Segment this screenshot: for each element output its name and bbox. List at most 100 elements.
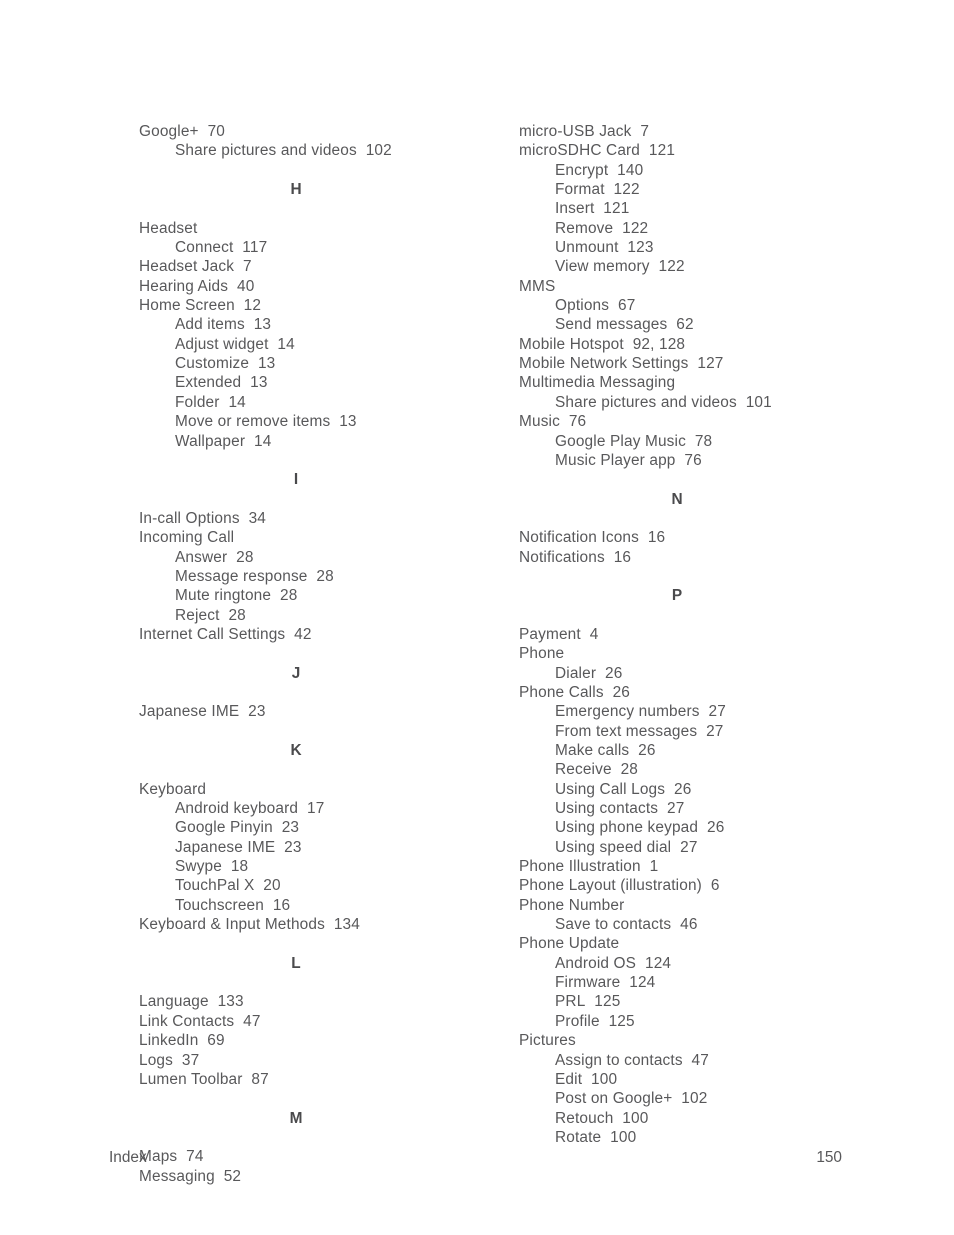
index-spacer xyxy=(519,567,887,586)
index-letter-heading: P xyxy=(671,587,683,605)
index-subentry: TouchPal X 20 xyxy=(139,876,507,895)
index-subentry: Connect 117 xyxy=(139,238,507,257)
index-entry-pages: 133 xyxy=(217,993,244,1011)
index-subentry: Profile 125 xyxy=(519,1012,887,1031)
index-letter-heading: J xyxy=(291,664,301,682)
index-entry: Japanese IME 23 xyxy=(139,702,507,721)
index-entry-pages: 7 xyxy=(640,123,650,140)
index-entry-term: Music Player app xyxy=(555,451,676,469)
index-letter-heading: L xyxy=(291,954,301,972)
index-entry-term: Move or remove items xyxy=(175,413,331,431)
index-subentry: Extended 13 xyxy=(139,373,507,392)
index-entry-pages: 69 xyxy=(207,1032,225,1050)
index-entry-term: Options xyxy=(555,297,610,315)
index-entry-pages: 13 xyxy=(339,413,357,431)
index-subentry: Insert 121 xyxy=(519,199,887,218)
index-letter-heading: M xyxy=(289,1109,303,1127)
index-letter-heading: I xyxy=(293,471,299,489)
index-entry-pages: 102 xyxy=(681,1090,708,1108)
index-entry-term: micro-USB Jack xyxy=(519,123,632,140)
index-entry-term: Receive xyxy=(555,761,612,779)
index-entry-term: Android OS xyxy=(555,954,637,972)
index-entry: Payment 4 xyxy=(519,625,887,644)
index-entry-term: Using contacts xyxy=(555,800,659,818)
index-subentry: Customize 13 xyxy=(139,354,507,373)
index-entry: Link Contacts 47 xyxy=(139,1012,507,1031)
index-entry: Home Screen 12 xyxy=(139,296,507,315)
index-column-right: micro-USB Jack 7 microSDHC Card 121 Encryp… xyxy=(519,122,887,1147)
index-entry: Phone Layout (illustration) 6 xyxy=(519,876,887,895)
index-subentry: Options 67 xyxy=(519,296,887,315)
index-entry-pages: 100 xyxy=(610,1128,637,1146)
index-entry: Logs 37 xyxy=(139,1051,507,1070)
index-entry-term: Edit xyxy=(555,1070,583,1088)
index-entry: MMS xyxy=(519,277,887,296)
index-entry-pages: 18 xyxy=(230,858,249,876)
index-subentry: Remove 122 xyxy=(519,219,887,238)
index-entry-term: From text messages xyxy=(555,722,698,740)
index-entry-pages: 47 xyxy=(691,1051,709,1069)
index-entry-term: Emergency numbers xyxy=(555,703,700,721)
page-footer: Index 150 xyxy=(109,1148,842,1168)
index-letter-heading: N xyxy=(671,490,683,508)
index-entry-term: Link Contacts xyxy=(139,1012,235,1030)
index-entry-pages: 14 xyxy=(253,432,272,450)
index-subentry: View memory 122 xyxy=(519,257,887,276)
index-entry-term: Language xyxy=(139,993,209,1011)
index-entry-term: Internet Call Settings xyxy=(139,625,286,643)
index-entry-pages: 16 xyxy=(647,529,666,547)
index-spacer xyxy=(139,490,507,509)
index-entry-pages: 17 xyxy=(306,800,325,818)
index-entry-pages: 47 xyxy=(243,1012,261,1030)
index-entry-term: Incoming Call xyxy=(139,529,235,547)
index-entry: Incoming Call xyxy=(139,528,507,547)
index-spacer xyxy=(139,451,507,470)
index-entry-term: Unmount xyxy=(555,239,619,257)
index-entry-pages: 124 xyxy=(629,974,656,992)
index-entry-pages: 46 xyxy=(680,916,698,934)
index-entry-term: Dialer xyxy=(555,664,597,682)
index-entry: Headset xyxy=(139,219,507,238)
index-entry-pages: 117 xyxy=(242,239,268,257)
index-entry-term: Keyboard xyxy=(139,780,207,798)
index-subentry: PRL 125 xyxy=(519,992,887,1011)
index-spacer xyxy=(139,1089,507,1108)
index-entry-pages: 27 xyxy=(706,722,724,740)
index-entry-pages: 23 xyxy=(281,819,300,837)
index-entry-pages: 28 xyxy=(228,606,246,624)
index-entry-pages: 122 xyxy=(613,181,640,199)
index-entry: Multimedia Messaging xyxy=(519,373,887,392)
index-entry-term: Mobile Network Settings xyxy=(519,355,689,373)
index-entry-pages: 26 xyxy=(673,780,692,798)
index-entry-pages: 28 xyxy=(316,567,334,585)
index-entry-pages: 125 xyxy=(594,993,621,1011)
index-entry-term: Rotate xyxy=(555,1128,602,1146)
index-entry: Keyboard xyxy=(139,780,507,799)
index-entry-term: Using phone keypad xyxy=(555,819,699,837)
index-entry-pages: 13 xyxy=(257,355,276,373)
index-spacer xyxy=(139,973,507,992)
index-subentry: Japanese IME 23 xyxy=(139,838,507,857)
index-entry-pages: 101 xyxy=(745,393,772,411)
index-entry-term: Phone Update xyxy=(519,935,620,953)
index-entry-term: Message response xyxy=(175,567,308,585)
index-subentry: Emergency numbers 27 xyxy=(519,702,887,721)
index-entry-term: Logs xyxy=(139,1051,173,1069)
index-entry-term: MMS xyxy=(519,277,556,295)
index-entry-pages: 67 xyxy=(618,297,636,315)
index-entry-pages: 125 xyxy=(608,1012,635,1030)
index-entry-pages: 23 xyxy=(248,703,266,721)
index-entry-pages: 40 xyxy=(237,277,255,295)
index-entry-term: PRL xyxy=(555,993,586,1011)
index-entry-pages: 62 xyxy=(676,316,694,334)
index-entry: Notifications 16 xyxy=(519,548,887,567)
index-entry-pages: 26 xyxy=(612,683,630,701)
index-subentry: Save to contacts 46 xyxy=(519,915,887,934)
index-subentry: Touchscreen 16 xyxy=(139,896,507,915)
index-subentry: Move or remove items 13 xyxy=(139,412,507,431)
index-entry-pages: 28 xyxy=(236,548,254,566)
index-entry-term: Extended xyxy=(175,374,242,392)
index-entry-pages: 26 xyxy=(605,664,623,682)
index-entry-term: Japanese IME xyxy=(139,703,240,721)
index-entry-term: Hearing Aids xyxy=(139,277,229,295)
